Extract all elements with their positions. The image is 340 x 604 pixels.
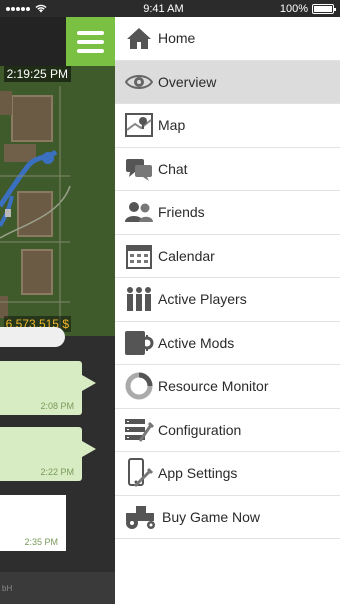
menu-item-label: Configuration [158,421,242,438]
tractor-icon [124,503,158,531]
status-right: 100% [279,2,336,15]
menu-item-resource-monitor[interactable]: Resource Monitor [115,365,340,409]
home-icon [124,24,154,52]
menu-item-calendar[interactable]: Calendar [115,235,340,278]
menu-item-active-mods[interactable]: Active Mods [115,322,340,365]
chat-message: 2:35 PM [0,495,66,551]
menu-item-label: Buy Game Now [162,508,261,525]
resource-monitor-icon [124,372,154,400]
map-terrain [0,66,115,336]
side-drawer: Home Overview Map Chat Friends Calendar [115,17,340,604]
wifi-icon [35,4,47,13]
chat-message: 2:08 PM [0,361,96,415]
hamburger-line [77,48,104,53]
menu-item-label: Map [158,117,186,134]
menu-item-chat[interactable]: Chat [115,148,340,191]
hamburger-line [77,30,104,35]
status-left [6,4,47,13]
menu-item-label: App Settings [158,465,238,482]
map-time: 2:19:25 PM [3,66,71,82]
menu-item-overview[interactable]: Overview [115,60,340,104]
menu-item-home[interactable]: Home [115,17,340,61]
menu-item-buy-game-now[interactable]: Buy Game Now [115,496,340,539]
menu-item-label: Chat [158,160,188,177]
menu-item-label: Friends [158,204,205,221]
app-settings-icon [124,458,154,488]
map-view[interactable]: 2:19:25 PM 6,573,515 $ [0,66,115,336]
menu-item-label: Overview [158,73,217,90]
chat-input[interactable] [0,327,65,347]
message-time: 2:08 PM [40,401,74,411]
calendar-icon [124,242,154,270]
hamburger-menu-button[interactable] [66,17,115,66]
main-content: 2:19:25 PM 6,573,515 $ 2:08 PM 2:22 PM 2… [0,17,115,604]
battery-percent: 100% [279,2,308,15]
signal-icon [6,6,30,11]
status-time: 9:41 AM [143,2,184,15]
message-time: 2:22 PM [40,467,74,477]
players-icon [124,285,154,313]
chat-icon [124,155,154,183]
footer: bH [0,572,115,604]
menu-item-friends[interactable]: Friends [115,191,340,235]
footer-text: bH [2,584,13,593]
menu-item-label: Home [158,30,196,47]
battery-fill [314,5,332,12]
map-icon [124,111,154,139]
menu-item-active-players[interactable]: Active Players [115,278,340,322]
eye-icon [124,68,154,96]
status-bar: 9:41 AM 100% [0,0,340,17]
menu-item-label: Active Players [158,291,247,308]
friends-icon [124,198,154,226]
message-time: 2:35 PM [24,537,58,547]
configuration-icon [124,416,154,444]
menu-item-configuration[interactable]: Configuration [115,409,340,452]
mods-icon [124,329,154,357]
menu-item-label: Resource Monitor [158,378,269,395]
battery-icon [312,3,336,14]
hamburger-line [77,39,104,44]
menu-item-label: Calendar [158,247,215,264]
chat-message: 2:22 PM [0,427,96,481]
menu-item-map[interactable]: Map [115,104,340,148]
menu-item-label: Active Mods [158,334,235,351]
menu-item-app-settings[interactable]: App Settings [115,452,340,496]
